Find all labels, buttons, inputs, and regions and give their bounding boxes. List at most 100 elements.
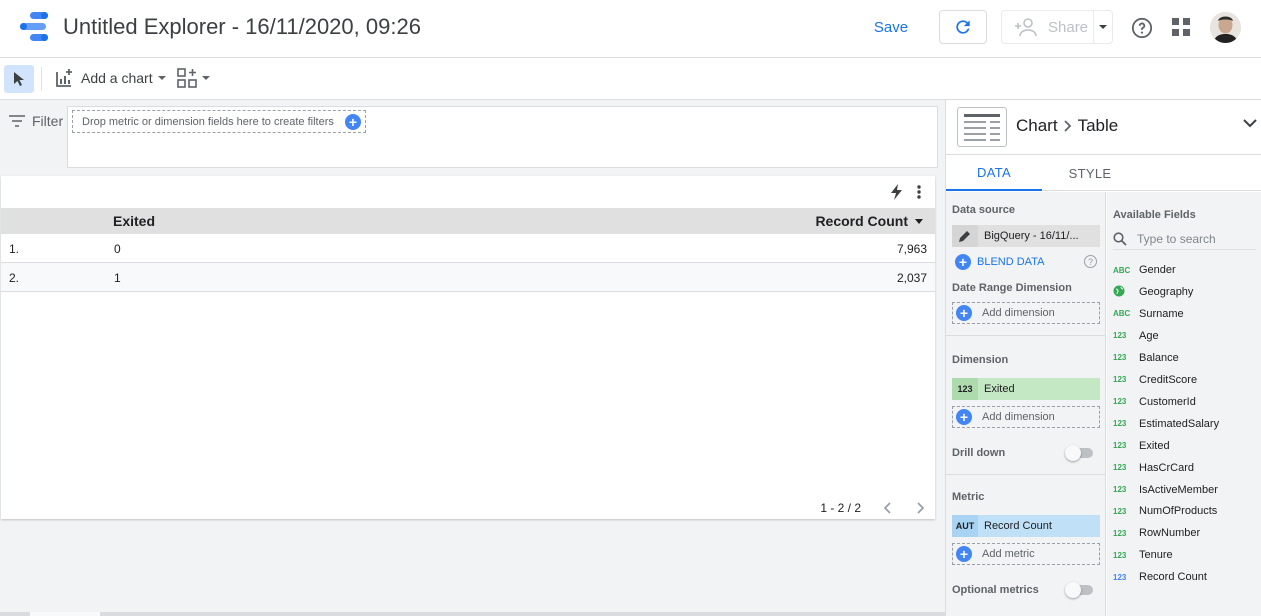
field-item[interactable]: 123 CustomerId: [1113, 394, 1196, 410]
canvas-scrollbar[interactable]: [0, 612, 945, 616]
share-label: Share: [1048, 18, 1089, 36]
tab-data[interactable]: DATA: [946, 155, 1042, 191]
chevron-down-icon[interactable]: [1242, 117, 1258, 129]
data-studio-logo-icon[interactable]: [18, 12, 52, 42]
field-item[interactable]: 123 HasCrCard: [1113, 460, 1194, 476]
share-main[interactable]: Share: [1002, 11, 1095, 43]
field-item[interactable]: 123 Record Count: [1113, 569, 1207, 585]
field-name: Geography: [1139, 285, 1194, 298]
data-source-name: BigQuery - 16/11/...: [984, 230, 1079, 242]
cell-record-count: 7,963: [896, 242, 927, 256]
chart-type-breadcrumb[interactable]: Chart Table: [1016, 116, 1118, 136]
field-name: Exited: [1139, 439, 1170, 452]
document-title[interactable]: Untitled Explorer - 16/11/2020, 09:26: [63, 14, 421, 40]
cell-exited: 0: [114, 242, 121, 256]
optional-metrics-toggle[interactable]: [1065, 582, 1093, 598]
filter-hint[interactable]: Drop metric or dimension fields here to …: [72, 110, 366, 133]
lightning-icon[interactable]: [891, 184, 903, 200]
number-type-icon: 123: [1113, 353, 1127, 363]
report-canvas: Filter Drop metric or dimension fields h…: [0, 100, 945, 616]
avatar[interactable]: [1210, 12, 1241, 43]
save-button[interactable]: Save: [862, 10, 920, 44]
share-dropdown[interactable]: [1094, 25, 1112, 29]
column-header-exited[interactable]: Exited: [113, 213, 155, 229]
field-name: Gender: [1139, 264, 1176, 276]
drill-down-toggle[interactable]: [1065, 445, 1093, 461]
cell-exited: 1: [114, 271, 121, 285]
add-date-range-dimension[interactable]: + Add dimension: [952, 302, 1100, 324]
add-dimension-label: Add dimension: [982, 411, 1055, 423]
add-control-icon: [177, 68, 197, 88]
number-type-icon: 123: [1113, 485, 1127, 494]
field-name: NumOfProducts: [1139, 505, 1218, 518]
dimension-title: Dimension: [952, 354, 1009, 366]
apps-grid-icon[interactable]: [1172, 18, 1190, 36]
table-chart[interactable]: Exited Record Count 1. 0 7,963 2. 1 2,03…: [1, 176, 935, 519]
number-type-icon: 123: [1113, 441, 1127, 451]
field-item[interactable]: 123 RowNumber: [1113, 525, 1200, 541]
search-placeholder: Type to search: [1137, 231, 1216, 246]
breadcrumb-leaf: Table: [1077, 116, 1119, 135]
add-dimension-button[interactable]: + Add dimension: [952, 406, 1100, 428]
number-type-icon: 123: [1113, 463, 1127, 473]
field-item[interactable]: 123 NumOfProducts: [1113, 503, 1217, 519]
filter-drop-zone[interactable]: Drop metric or dimension fields here to …: [67, 106, 938, 168]
field-item[interactable]: 123 Tenure: [1113, 547, 1173, 563]
search-icon: [1113, 231, 1127, 246]
divider: [946, 335, 1106, 336]
dimension-chip-exited[interactable]: 123 Exited: [952, 378, 1100, 400]
number-type-icon: 123: [1113, 528, 1127, 538]
breadcrumb-root: Chart: [1016, 116, 1058, 135]
add-control-button[interactable]: [177, 68, 210, 88]
help-icon[interactable]: ?: [1084, 255, 1097, 268]
field-name: CreditScore: [1139, 373, 1198, 386]
toggle-knob: [1065, 582, 1081, 598]
field-item[interactable]: Geography: [1113, 284, 1193, 300]
pagination-text: 1 - 2 / 2: [820, 501, 861, 515]
globe-icon: [1113, 285, 1133, 299]
share-button[interactable]: Share: [1001, 10, 1113, 44]
field-item[interactable]: 123 CreditScore: [1113, 372, 1197, 388]
pagination: 1 - 2 / 2: [820, 501, 925, 515]
field-item[interactable]: 123 Exited: [1113, 438, 1170, 454]
add-chart-button[interactable]: Add a chart: [55, 68, 166, 88]
text-type-icon: ABC: [1113, 309, 1131, 319]
blend-data-button[interactable]: + BLEND DATA: [952, 254, 1044, 270]
field-item[interactable]: 123 EstimatedSalary: [1113, 416, 1219, 432]
scrollbar-thumb[interactable]: [30, 612, 100, 616]
cursor-arrow-icon: [14, 72, 24, 86]
column-header-record-count[interactable]: Record Count: [815, 213, 923, 229]
field-name: Balance: [1139, 351, 1179, 364]
chart-type-thumbnail[interactable]: [957, 107, 1007, 147]
field-item[interactable]: ABC Gender: [1113, 262, 1176, 278]
chevron-down-icon: [202, 76, 210, 80]
drill-down-label: Drill down: [952, 447, 1006, 459]
field-item[interactable]: 123 IsActiveMember: [1113, 482, 1218, 498]
text-type-icon: ABC: [1113, 265, 1131, 275]
more-vert-icon[interactable]: [917, 185, 921, 199]
metric-title: Metric: [952, 491, 985, 503]
previous-page-button[interactable]: [883, 502, 891, 514]
metric-chip-record-count[interactable]: AUT Record Count: [952, 515, 1100, 537]
table-row: 1. 0 7,963: [1, 234, 935, 263]
chevron-left-icon: [883, 502, 891, 514]
row-index: 1.: [9, 242, 20, 256]
help-icon[interactable]: [1131, 17, 1153, 39]
field-item[interactable]: ABC Surname: [1113, 306, 1184, 322]
data-source-chip[interactable]: BigQuery - 16/11/...: [952, 225, 1100, 247]
add-filter-icon[interactable]: +: [345, 114, 361, 130]
field-item[interactable]: 123 Age: [1113, 328, 1159, 344]
refresh-button[interactable]: [939, 10, 987, 44]
field-search-input[interactable]: Type to search: [1113, 228, 1256, 250]
field-item[interactable]: 123 Balance: [1113, 350, 1179, 366]
plus-icon: +: [956, 546, 972, 562]
filter-toggle[interactable]: Filter: [8, 113, 63, 129]
next-page-button[interactable]: [917, 502, 925, 514]
tab-style[interactable]: STYLE: [1042, 155, 1138, 191]
edit-pencil-icon[interactable]: [952, 225, 978, 247]
filter-hint-text: Drop metric or dimension fields here to …: [82, 115, 334, 128]
add-metric-button[interactable]: + Add metric: [952, 543, 1100, 565]
panel-tabs: DATA STYLE: [946, 155, 1261, 191]
select-tool-button[interactable]: [4, 65, 34, 93]
number-type-icon: 123: [1113, 397, 1127, 407]
